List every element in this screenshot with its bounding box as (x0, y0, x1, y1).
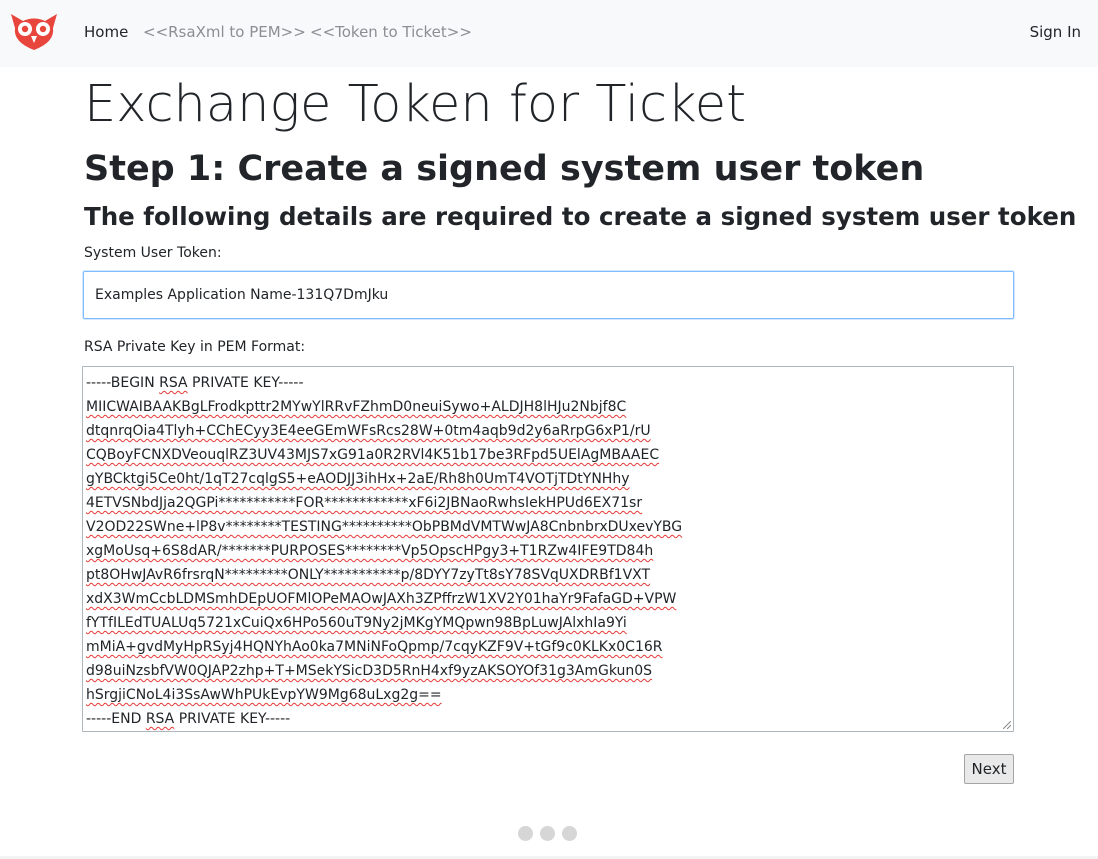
system-user-token-input[interactable] (83, 271, 1014, 319)
key-line: dtqnrqOia4Tlyh+CChECyy3E4eeGEmWFsRcs28W+… (86, 423, 651, 439)
rsa-private-key-label: RSA Private Key in PEM Format: (84, 339, 306, 355)
key-line: mMiA+gvdMyHpRSyj4HQNYhAo0ka7MNiNFoQpmp/7… (86, 639, 663, 655)
page-title: Exchange Token for Ticket (84, 75, 747, 134)
resize-grip-icon[interactable] (1003, 721, 1011, 729)
loading-indicator (518, 826, 580, 842)
key-line: -----BEGIN RSA PRIVATE KEY----- (86, 375, 304, 391)
top-navbar: Home <<RsaXml to PEM>> <<Token to Ticket… (0, 0, 1098, 67)
next-button[interactable]: Next (964, 754, 1014, 784)
key-line: hSrgjiCNoL4i3SsAwWhPUkEvpYW9Mg68uLxg2g== (86, 687, 442, 703)
key-line: V2OD22SWne+lP8v********TESTING**********… (86, 519, 683, 535)
loading-dot (562, 826, 577, 841)
nav-token-to-ticket-link[interactable]: <<Token to Ticket>> (310, 22, 472, 42)
nav-rsaxml-to-pem-link[interactable]: <<RsaXml to PEM>> (143, 22, 306, 42)
rsa-private-key-textarea[interactable]: -----BEGIN RSA PRIVATE KEY----- MIICWAIB… (82, 366, 1014, 732)
key-line: pt8OHwJAvR6frsrqN*********ONLY**********… (86, 567, 651, 583)
system-user-token-label: System User Token: (84, 245, 222, 261)
key-line: gYBCktgi5Ce0ht/1qT27cqlgS5+eAODJJ3ihHx+2… (86, 471, 630, 487)
key-line: fYTfILEdTUALUq5721xCuiQx6HPo560uT9Ny2jMK… (86, 615, 627, 631)
owl-logo-icon[interactable] (9, 12, 59, 52)
key-line: MIICWAIBAAKBgLFrodkpttr2MYwYlRRvFZhmD0ne… (86, 399, 627, 415)
key-line: xgMoUsq+6S8dAR/*******PURPOSES********Vp… (86, 543, 654, 559)
key-line: -----END RSA PRIVATE KEY----- (86, 711, 291, 727)
sign-in-link[interactable]: Sign In (1030, 22, 1081, 42)
key-line: d98uiNzsbfVW0QJAP2zhp+T+MSekYSicD3D5RnH4… (86, 663, 653, 679)
nav-home-link[interactable]: Home (84, 22, 128, 42)
step-subheading: The following details are required to cr… (84, 202, 1077, 231)
loading-dot (540, 826, 555, 841)
key-line: 4ETVSNbdJja2QGPi***********FOR**********… (86, 495, 643, 511)
key-line: CQBoyFCNXDVeouqlRZ3UV43MJS7xG91a0R2RVl4K… (86, 447, 660, 463)
step-heading: Step 1: Create a signed system user toke… (84, 149, 925, 189)
key-line: xdX3WmCcbLDMSmhDEpUOFMlOPeMAOwJAXh3ZPffr… (86, 591, 677, 607)
loading-dot (518, 826, 533, 841)
